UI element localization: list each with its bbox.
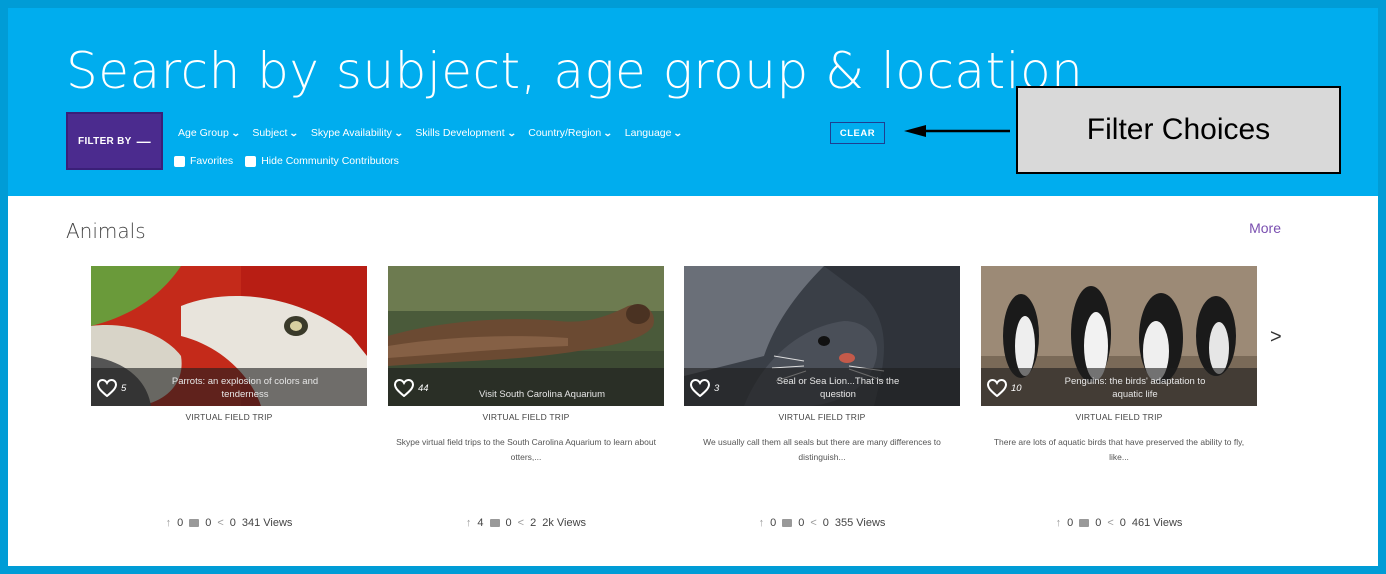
arrow-up-icon[interactable]: ↑: [759, 517, 765, 529]
arrow-up-icon[interactable]: ↑: [466, 517, 472, 529]
chevron-down-icon: ⌄: [230, 127, 241, 138]
like-count: 10: [1011, 383, 1022, 394]
like-count: 3: [714, 383, 720, 394]
comment-icon[interactable]: [782, 519, 793, 527]
share-icon[interactable]: <: [518, 517, 524, 529]
carousel-next-button[interactable]: >: [1270, 326, 1282, 349]
activity-card[interactable]: 5 Parrots: an explosion of colors and te…: [91, 266, 367, 529]
filter-label: Language: [624, 127, 672, 139]
share-icon[interactable]: <: [810, 517, 816, 529]
share-count: 0: [822, 517, 829, 529]
filter-by-label: FILTER BY: [78, 135, 132, 147]
chevron-down-icon: ⌄: [289, 127, 300, 138]
card-thumbnail[interactable]: 5 Parrots: an explosion of colors and te…: [91, 266, 367, 406]
filter-label: Country/Region: [528, 127, 602, 139]
favorites-checkbox[interactable]: Favorites: [174, 155, 233, 167]
filter-subject[interactable]: Subject ⌄: [252, 127, 300, 139]
activity-card[interactable]: 44 Visit South Carolina Aquarium VIRTUAL…: [388, 266, 664, 529]
page-title: Search by subject, age group & location: [66, 42, 1084, 100]
filter-label: Skills Development: [415, 127, 505, 139]
filter-label: Skype Availability: [310, 127, 392, 139]
heart-icon[interactable]: [690, 379, 710, 397]
filter-label: Subject: [252, 127, 288, 139]
annotation-arrow-icon: [904, 125, 1010, 137]
activity-card[interactable]: 10 Penguins: the birds' adaptation to aq…: [981, 266, 1257, 529]
filter-choices-callout: Filter Choices: [1016, 86, 1341, 174]
filter-skills-development[interactable]: Skills Development ⌄: [415, 127, 517, 139]
view-count: 461 Views: [1131, 517, 1183, 529]
share-count: 2: [530, 517, 537, 529]
filter-language[interactable]: Language ⌄: [624, 127, 684, 139]
card-type: VIRTUAL FIELD TRIP: [1075, 412, 1163, 422]
comment-icon[interactable]: [489, 519, 500, 527]
upvote-count: 4: [477, 517, 484, 529]
heart-icon[interactable]: [97, 379, 117, 397]
chevron-down-icon: ⌄: [603, 127, 613, 138]
card-stats: ↑ 0 0 <0 355 Views: [684, 517, 960, 529]
like-count: 5: [121, 383, 127, 394]
upvote-count: 0: [177, 517, 184, 529]
filter-skype-availability[interactable]: Skype Availability ⌄: [310, 127, 404, 139]
view-count: 2k Views: [542, 517, 587, 529]
view-count: 341 Views: [241, 517, 293, 529]
search-hero: Search by subject, age group & location …: [8, 8, 1378, 196]
chevron-down-icon: ⌄: [393, 127, 404, 138]
comment-count: 0: [798, 517, 805, 529]
checkbox-label: Hide Community Contributors: [261, 155, 399, 167]
filter-checkboxes: Favorites Hide Community Contributors: [174, 155, 411, 167]
chevron-down-icon: ⌄: [506, 127, 517, 138]
card-thumbnail[interactable]: 10 Penguins: the birds' adaptation to aq…: [981, 266, 1257, 406]
comment-icon[interactable]: [189, 519, 200, 527]
comment-icon[interactable]: [1079, 519, 1090, 527]
card-thumbnail[interactable]: 3 Seal or Sea Lion...That is the questio…: [684, 266, 960, 406]
filter-age-group[interactable]: Age Group ⌄: [178, 127, 241, 139]
card-stats: ↑ 4 0 <2 2k Views: [388, 517, 664, 529]
card-stats: ↑ 0 0 <0 341 Views: [91, 517, 367, 529]
card-description: We usually call them all seals but there…: [703, 437, 941, 462]
activity-card[interactable]: 3 Seal or Sea Lion...That is the questio…: [684, 266, 960, 529]
checkbox-label: Favorites: [190, 155, 234, 167]
share-count: 0: [1119, 517, 1126, 529]
chevron-down-icon: ⌄: [673, 127, 684, 138]
card-type: VIRTUAL FIELD TRIP: [778, 412, 866, 422]
comment-count: 0: [505, 517, 512, 529]
card-type: VIRTUAL FIELD TRIP: [185, 412, 273, 422]
more-link[interactable]: More: [1249, 220, 1281, 236]
share-icon[interactable]: <: [217, 517, 223, 529]
filter-label: Age Group: [178, 127, 229, 139]
card-caption[interactable]: Visit South Carolina Aquarium: [468, 388, 616, 401]
share-icon[interactable]: <: [1107, 517, 1113, 529]
like-count: 44: [418, 383, 429, 394]
card-thumbnail[interactable]: 44 Visit South Carolina Aquarium: [388, 266, 664, 406]
results-section: Animals More 5 Parrots: an explosion of …: [8, 196, 1378, 566]
card-caption[interactable]: Parrots: an explosion of colors and tend…: [171, 375, 319, 401]
upvote-count: 0: [770, 517, 777, 529]
heart-icon[interactable]: [394, 379, 414, 397]
filter-country-region[interactable]: Country/Region ⌄: [528, 127, 613, 139]
card-description: There are lots of aquatic birds that hav…: [993, 437, 1245, 462]
comment-count: 0: [205, 517, 212, 529]
card-type: VIRTUAL FIELD TRIP: [482, 412, 570, 422]
card-caption[interactable]: Seal or Sea Lion...That is the question: [764, 375, 912, 401]
clear-button[interactable]: CLEAR: [830, 122, 885, 144]
card-description: Skype virtual field trips to the South C…: [396, 437, 656, 462]
heart-icon[interactable]: [987, 379, 1007, 397]
upvote-count: 0: [1067, 517, 1074, 529]
collapse-icon: —: [136, 133, 151, 149]
comment-count: 0: [1095, 517, 1102, 529]
checkbox-box[interactable]: [174, 155, 185, 167]
page-frame: Search by subject, age group & location …: [8, 8, 1378, 566]
section-title: Animals: [66, 219, 146, 243]
view-count: 355 Views: [834, 517, 886, 529]
checkbox-box[interactable]: [245, 155, 257, 167]
filter-by-button[interactable]: FILTER BY —: [66, 112, 163, 170]
filter-dropdowns: Age Group ⌄ Subject ⌄ Skype Availability ⌄ …: [178, 125, 695, 141]
share-count: 0: [229, 517, 236, 529]
card-caption[interactable]: Penguins: the birds' adaptation to aquat…: [1061, 375, 1209, 401]
arrow-up-icon[interactable]: ↑: [166, 517, 172, 529]
hide-community-contributors-checkbox[interactable]: Hide Community Contributors: [245, 155, 399, 167]
arrow-up-icon[interactable]: ↑: [1056, 517, 1062, 529]
card-stats: ↑ 0 0 <0 461 Views: [981, 517, 1257, 529]
